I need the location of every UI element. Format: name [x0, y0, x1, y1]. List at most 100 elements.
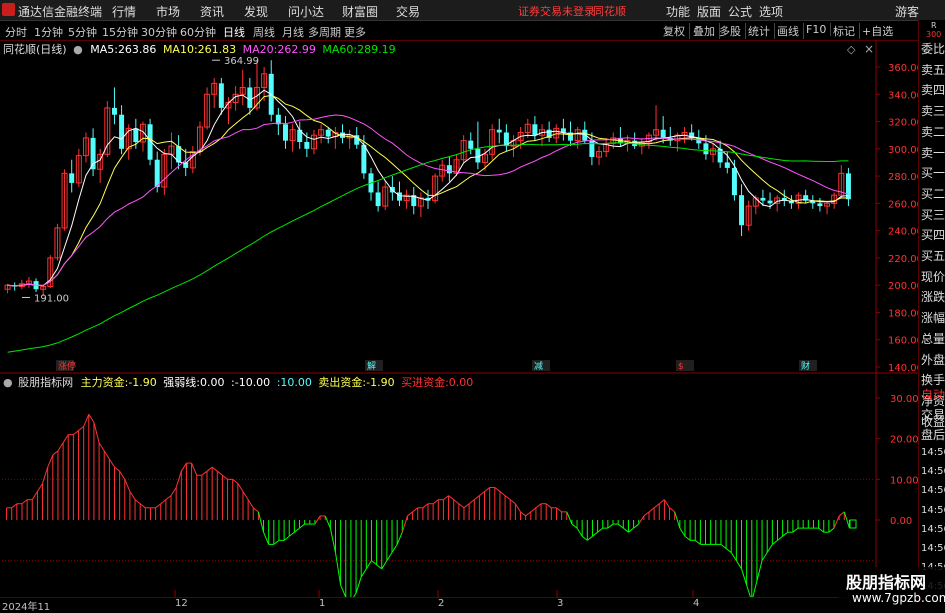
- indicator-outline: [119, 470, 126, 480]
- indicator-outline: [838, 511, 845, 517]
- indicator-outline: [453, 499, 460, 505]
- indicator-outline: [432, 499, 439, 505]
- indicator-outline: [828, 527, 835, 533]
- tf-intraday[interactable]: 分时: [5, 24, 27, 40]
- indicator-outline: [792, 527, 799, 533]
- indicator-outline: [396, 532, 403, 545]
- indicator-outline: [443, 495, 449, 501]
- indicator-outline: [21, 499, 28, 505]
- quote-field-label: 买一: [921, 166, 945, 181]
- mark-button[interactable]: 标记: [833, 23, 860, 39]
- indicator-outline: [381, 560, 388, 570]
- indicator-outline: [257, 511, 265, 533]
- indicator-outline: [103, 450, 110, 460]
- tf-15min[interactable]: 15分钟: [102, 24, 138, 40]
- tf-monthly[interactable]: 月线: [282, 24, 304, 40]
- quote-panel: R 300 委比 卖五 卖四 卖三 卖二 卖一 买一 买二 买三 买四 买五 现价 涨跌 涨幅 总量 外盘 换手…: [918, 20, 945, 609]
- price-tick-label: 260.00: [888, 199, 918, 210]
- indicator-outline: [504, 495, 511, 501]
- price-annotation-label: 364.99: [224, 56, 259, 67]
- tf-1min[interactable]: 1分钟: [34, 24, 63, 40]
- tf-weekly[interactable]: 周线: [253, 24, 275, 40]
- indicator-legend: ● 股朋指标网 主力资金:-1.90 强弱线:0.00 :-10.00 :10.…: [0, 374, 473, 390]
- menu-item-wealth-circle[interactable]: 财富圈: [342, 3, 378, 20]
- date-label: 3: [557, 598, 564, 609]
- price-tick-label: 140.00: [888, 363, 918, 374]
- indicator-outline: [669, 507, 676, 513]
- menu-item-formula[interactable]: 公式: [728, 3, 752, 20]
- indicator-outline: [674, 511, 681, 529]
- date-label: 12: [175, 598, 188, 609]
- strength-value: 0.00: [200, 376, 225, 389]
- candle-body: [325, 129, 331, 137]
- price-tick-label: 240.00: [888, 227, 918, 238]
- auto-trade-tab[interactable]: 自动: [921, 386, 945, 403]
- indicator-outline: [735, 560, 742, 570]
- tf-5min[interactable]: 5分钟: [68, 24, 97, 40]
- tf-more[interactable]: 更多: [344, 24, 366, 40]
- tf-30min[interactable]: 30分钟: [141, 24, 177, 40]
- tf-60min[interactable]: 60分钟: [180, 24, 216, 40]
- indicator-outline: [42, 466, 49, 484]
- draw-button[interactable]: 画线: [777, 23, 804, 39]
- menu-item-news[interactable]: 资讯: [200, 3, 224, 20]
- indicator-settings-icon[interactable]: ●: [3, 376, 13, 389]
- indicator-outline: [494, 487, 501, 492]
- indicator-outline: [607, 523, 614, 529]
- candle-body: [375, 192, 381, 207]
- menu-item-layout[interactable]: 版面: [697, 3, 721, 20]
- menu-item-options[interactable]: 选项: [759, 3, 783, 20]
- chart-area[interactable]: 360.00 340.00 320.00 300.00 280.00 260.00 240.…: [0, 40, 918, 597]
- menu-item-discover[interactable]: 发现: [244, 3, 268, 20]
- quote-field-label: 涨跌: [921, 290, 945, 305]
- tick-time: 14:56: [921, 523, 945, 535]
- sell-fund-label: 卖出资金:: [318, 376, 367, 389]
- indicator-outline: [597, 527, 604, 533]
- minus-ten-value: :-10.00: [231, 376, 271, 389]
- menu-item-ask[interactable]: 问小达: [288, 3, 324, 20]
- indicator-outline: [448, 495, 455, 501]
- price-tick-label: 320.00: [888, 118, 918, 129]
- adjust-button[interactable]: 复权: [663, 23, 690, 39]
- price-tick-label: 300.00: [888, 145, 918, 156]
- indicator-outline: [658, 499, 665, 505]
- indicator-outline: [617, 523, 624, 529]
- menu-item-quotes[interactable]: 行情: [112, 3, 136, 20]
- indicator-outline: [165, 495, 172, 501]
- watermark-url: www.7gpzb.com: [852, 591, 945, 605]
- panel-tab[interactable]: 交易: [921, 406, 945, 423]
- indicator-outline: [211, 466, 218, 472]
- indicator-outline: [129, 491, 136, 500]
- menu-item-market[interactable]: 市场: [156, 3, 180, 20]
- indicator-name[interactable]: 股朋指标网: [18, 376, 73, 389]
- login-warning[interactable]: 证券交易未登录: [518, 3, 595, 19]
- indicator-outline: [525, 511, 532, 517]
- broker-name[interactable]: 同花顺: [593, 3, 626, 19]
- price-tick-label: 200.00: [888, 281, 918, 292]
- indicator-outline: [422, 503, 429, 509]
- add-watchlist-button[interactable]: +自选: [862, 23, 897, 39]
- strength-label: 强弱线:: [163, 376, 201, 389]
- indicator-outline: [386, 552, 393, 561]
- guest-user[interactable]: 游客: [895, 3, 919, 20]
- multi-stock-button[interactable]: 多股: [719, 23, 746, 39]
- ma60-line: [7, 142, 849, 353]
- tf-multi[interactable]: 多周期: [308, 24, 341, 40]
- candle-body: [739, 195, 745, 226]
- overlay-button[interactable]: 叠加: [693, 23, 720, 39]
- f10-button[interactable]: F10: [806, 23, 832, 36]
- candle-body: [133, 128, 139, 142]
- tf-daily[interactable]: 日线: [223, 24, 245, 40]
- quote-field-label: 买二: [921, 186, 945, 201]
- tick-time: 14:56: [921, 466, 945, 478]
- indicator-outline: [134, 499, 141, 505]
- quote-field-label: 买四: [921, 228, 945, 243]
- stats-button[interactable]: 统计: [748, 23, 775, 39]
- buy-fund-value: 0.00: [448, 376, 474, 389]
- indicator-outline: [206, 466, 213, 472]
- menu-item-trade[interactable]: 交易: [396, 3, 420, 20]
- panel-tab[interactable]: 盘后: [921, 426, 945, 443]
- indicator-outline: [180, 462, 187, 472]
- indicator-outline: [216, 470, 223, 476]
- menu-item-function[interactable]: 功能: [666, 3, 690, 20]
